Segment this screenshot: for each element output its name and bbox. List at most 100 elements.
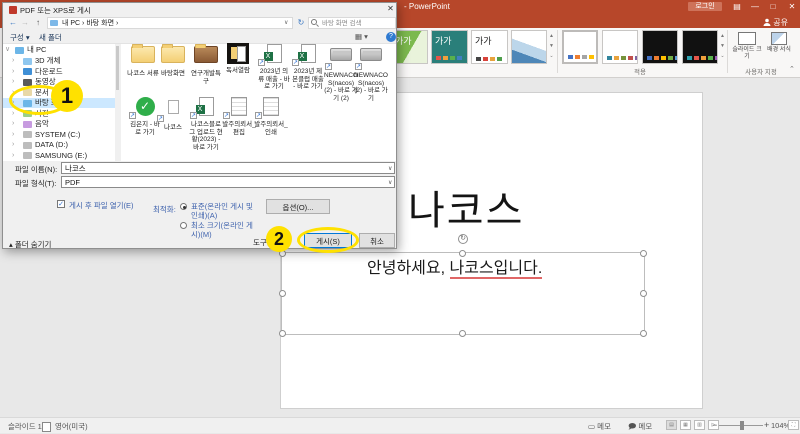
- folder-icon: [50, 20, 58, 26]
- file-item[interactable]: ↗ 나코스: [156, 96, 190, 132]
- spreadsheet-icon: [263, 97, 279, 116]
- organize-menu[interactable]: 구성 ▾: [10, 32, 30, 43]
- ribbon-separator: [557, 30, 558, 73]
- language-indicator[interactable]: 영어(미국): [55, 421, 88, 432]
- slide-body-text[interactable]: 안녕하세요, 나코스입니다.: [367, 254, 543, 279]
- resize-handle[interactable]: [459, 250, 466, 257]
- drive-shortcut-icon: [360, 48, 382, 61]
- shortcut-arrow-icon: ↗: [325, 63, 332, 70]
- share-button[interactable]: 공유: [763, 17, 788, 28]
- variant-thumbnail-4[interactable]: [682, 30, 718, 64]
- shortcut-arrow-icon: ↗: [157, 115, 164, 122]
- dark-folder-icon: [227, 43, 249, 64]
- zoom-slider-knob[interactable]: [740, 421, 744, 430]
- back-button[interactable]: ←: [9, 18, 17, 27]
- zoom-in-button[interactable]: +: [764, 420, 769, 430]
- file-item[interactable]: ↗ NEWNACOS(nacos) (2) - 바로 가기 (2): [324, 43, 358, 102]
- rotate-handle[interactable]: ↻: [458, 234, 468, 244]
- ribbon-collapse-icon[interactable]: ⌃: [789, 65, 795, 73]
- variant-gallery-scroll[interactable]: ▲ ▼ ⌄: [719, 31, 726, 63]
- spellcheck-icon[interactable]: [42, 422, 51, 432]
- sidebar-item-3d-objects[interactable]: › 3D 개체: [3, 56, 115, 66]
- cancel-button[interactable]: 취소: [359, 233, 395, 248]
- new-folder-button[interactable]: 새 폴더: [39, 32, 62, 43]
- help-icon[interactable]: ?: [386, 32, 396, 42]
- sidebar-item-this-pc[interactable]: ∨ 내 PC: [3, 45, 115, 55]
- file-item[interactable]: ↗ 발주의뢰서_인쇄: [254, 96, 288, 136]
- sidebar-item-music[interactable]: › 음악: [3, 119, 115, 129]
- folder-icon: [131, 44, 155, 63]
- resize-handle[interactable]: [459, 330, 466, 337]
- search-input[interactable]: 바탕 화면 검색: [308, 17, 396, 29]
- optimize-label: 최적화:: [153, 205, 176, 214]
- folder-icon: [161, 44, 185, 63]
- options-button[interactable]: 옵션(O)...: [266, 199, 330, 214]
- annotation-step-1: 1: [51, 80, 83, 112]
- file-item[interactable]: 바탕화면: [156, 43, 190, 78]
- reading-view-button[interactable]: ▥: [694, 420, 705, 430]
- customize-group-label: 사용자 지정: [745, 69, 777, 76]
- file-item[interactable]: 나코스 서류: [126, 43, 160, 78]
- file-item[interactable]: ↗ NEWNACOS(nacos) (2) - 바로 가기: [354, 43, 388, 102]
- resize-handle[interactable]: [640, 290, 647, 297]
- shortcut-arrow-icon: ↗: [223, 112, 230, 119]
- slide-title-text[interactable]: 나코스: [408, 178, 524, 236]
- theme-thumbnail-2[interactable]: 가가: [431, 30, 468, 64]
- file-item[interactable]: 연구개발특구: [189, 43, 223, 85]
- open-after-publish-checkbox[interactable]: ✓: [57, 200, 65, 208]
- spellcheck-underline: 나코스입니다.: [449, 260, 543, 279]
- filename-dropdown-icon[interactable]: ∨: [388, 165, 392, 172]
- view-options-icon[interactable]: ▦ ▾: [355, 32, 368, 41]
- dialog-close-button[interactable]: ✕: [384, 4, 397, 14]
- filetype-dropdown-icon[interactable]: ∨: [388, 179, 392, 186]
- dialog-title: PDF 또는 XPS로 게시: [20, 6, 91, 15]
- up-button[interactable]: ↑: [36, 18, 40, 27]
- ribbon-display-options-icon[interactable]: ▤: [729, 1, 745, 12]
- sidebar-item-drive-c[interactable]: › SYSTEM (C:): [3, 130, 115, 140]
- file-item[interactable]: ↗2023년 제본클럽 매출 - 바로 가기: [291, 43, 325, 91]
- notes-toggle[interactable]: ▭ 메모: [588, 421, 611, 432]
- slide-size-button[interactable]: 슬라이드 크기: [732, 31, 762, 64]
- resize-handle[interactable]: [279, 330, 286, 337]
- normal-view-button[interactable]: ▤: [666, 420, 677, 430]
- slide-sorter-view-button[interactable]: ▦: [680, 420, 691, 430]
- minimize-button[interactable]: —: [747, 1, 763, 12]
- variant-thumbnail-3[interactable]: [642, 30, 678, 64]
- file-item[interactable]: 독서열람: [221, 43, 255, 75]
- filetype-label: 파일 형식(T):: [15, 179, 57, 188]
- close-button[interactable]: ✕: [784, 1, 800, 12]
- file-item[interactable]: ↗2023년 의류 매출 - 바로 가기: [257, 43, 291, 91]
- resize-handle[interactable]: [640, 250, 647, 257]
- resize-handle[interactable]: [279, 290, 286, 297]
- variant-thumbnail-2[interactable]: [602, 30, 638, 64]
- optimize-minimum-radio[interactable]: [180, 222, 187, 229]
- filename-input[interactable]: 나코스: [61, 162, 395, 174]
- background-format-button[interactable]: 배경 서식: [764, 31, 794, 64]
- optimize-standard-radio[interactable]: [180, 203, 187, 210]
- zoom-out-button[interactable]: −: [712, 420, 717, 430]
- sidebar-item-drive-e[interactable]: › SAMSUNG (E:): [3, 151, 115, 161]
- address-bar[interactable]: 내 PC › 바탕 화면 ›: [47, 17, 293, 29]
- file-item[interactable]: ↗나코스블로그 업로드 현황(2023) - 바로 가기: [189, 96, 223, 151]
- filetype-select[interactable]: PDF: [61, 176, 395, 188]
- shortcut-arrow-icon: ↗: [190, 112, 197, 119]
- slide-size-icon: [738, 32, 756, 45]
- sidebar-item-drive-d[interactable]: › DATA (D:): [3, 140, 115, 150]
- login-button[interactable]: 로그인: [688, 2, 722, 11]
- address-dropdown-icon[interactable]: ∨: [284, 19, 288, 26]
- sidebar-item-downloads[interactable]: › 다운로드: [3, 67, 115, 77]
- variant-thumbnail-1[interactable]: [562, 30, 598, 64]
- file-item[interactable]: ↗ 발주의뢰서_편집: [222, 96, 256, 136]
- refresh-button[interactable]: ↻: [295, 17, 307, 29]
- theme-thumbnail-3[interactable]: 가가: [471, 30, 508, 64]
- hide-folders-button[interactable]: ▴ 폴더 숨기기: [9, 239, 51, 250]
- theme-gallery-scroll[interactable]: ▲ ▼ ⌄: [548, 31, 555, 63]
- comments-toggle[interactable]: 🗩 메모: [628, 421, 652, 434]
- forward-button[interactable]: →: [21, 18, 29, 27]
- theme-thumbnail-4[interactable]: [511, 30, 547, 64]
- pdf-dialog-icon: [9, 6, 17, 14]
- maximize-button[interactable]: □: [765, 1, 781, 12]
- fit-to-window-button[interactable]: ⛶: [788, 420, 799, 430]
- sidebar-scrollbar-thumb[interactable]: [116, 46, 119, 90]
- resize-handle[interactable]: [640, 330, 647, 337]
